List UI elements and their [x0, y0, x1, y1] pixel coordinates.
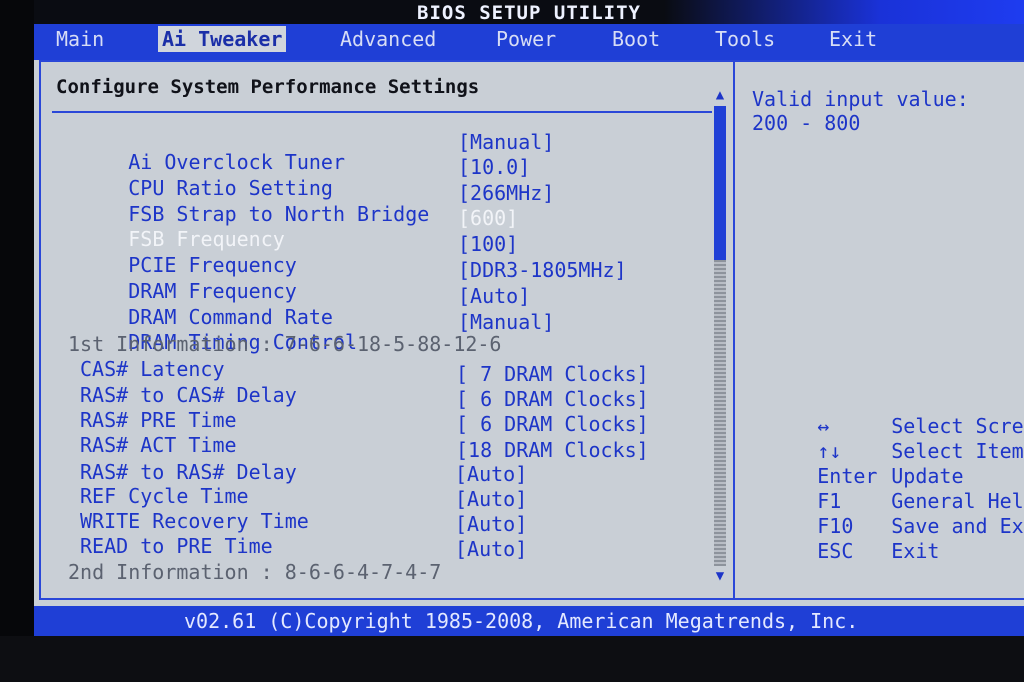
key-hint-exit: ESC Exit — [745, 514, 939, 589]
setting-value-pcie-frequency[interactable]: [100] — [458, 232, 518, 256]
first-information: 1st Information : 7-6-6-18-5-88-12-6 — [68, 332, 502, 356]
timing-value-ras-to-cas[interactable]: [ 6 DRAM Clocks] — [456, 387, 649, 411]
timing-label-ref-cycle[interactable]: REF Cycle Time — [80, 484, 249, 508]
setting-value-cpu-ratio[interactable]: [10.0] — [458, 155, 530, 179]
setting-value-dram-frequency[interactable]: [DDR3-1805MHz] — [458, 258, 627, 282]
timing-label-ras-pre[interactable]: RAS# PRE Time — [80, 408, 237, 432]
second-information: 2nd Information : 8-6-6-4-7-4-7 — [68, 560, 442, 584]
menu-item-advanced[interactable]: Advanced — [340, 26, 436, 52]
menu-item-ai-tweaker[interactable]: Ai Tweaker — [158, 26, 287, 52]
timing-value-ras-to-ras[interactable]: [Auto] — [455, 462, 527, 486]
menu-item-main[interactable]: Main — [56, 26, 104, 52]
menu-item-exit[interactable]: Exit — [829, 26, 877, 52]
setting-value-fsb-strap[interactable]: [266MHz] — [458, 181, 554, 205]
section-divider — [52, 111, 712, 113]
scroll-up-icon[interactable]: ▲ — [710, 88, 730, 102]
timing-value-cas-latency[interactable]: [ 7 DRAM Clocks] — [456, 362, 649, 386]
key-label: ESC — [817, 539, 854, 563]
menu-item-tools[interactable]: Tools — [715, 26, 775, 52]
timing-label-ras-to-ras[interactable]: RAS# to RAS# Delay — [80, 460, 297, 484]
menu-bar: Main Ai Tweaker Advanced Power Boot Tool… — [34, 24, 1024, 60]
window-title: BIOS SETUP UTILITY — [417, 2, 641, 24]
bios-window: BIOS SETUP UTILITY Main Ai Tweaker Advan… — [34, 0, 1024, 636]
timing-value-ras-act[interactable]: [18 DRAM Clocks] — [456, 438, 649, 462]
menu-item-power[interactable]: Power — [496, 26, 556, 52]
section-title: Configure System Performance Settings — [56, 76, 480, 98]
footer-bar: v02.61 (C)Copyright 1985-2008, American … — [34, 606, 1024, 636]
timing-value-write-recovery[interactable]: [Auto] — [455, 512, 527, 536]
copyright-text: v02.61 (C)Copyright 1985-2008, American … — [184, 609, 859, 633]
setting-value-ai-overclock-tuner[interactable]: [Manual] — [458, 130, 554, 154]
timing-value-ref-cycle[interactable]: [Auto] — [455, 487, 527, 511]
help-range: 200 - 800 — [752, 111, 861, 135]
key-description: Exit — [891, 539, 940, 563]
timing-label-ras-to-cas[interactable]: RAS# to CAS# Delay — [80, 383, 297, 407]
screen: BIOS SETUP UTILITY Main Ai Tweaker Advan… — [0, 0, 1024, 682]
monitor-bezel — [0, 636, 1024, 682]
timing-value-ras-pre[interactable]: [ 6 DRAM Clocks] — [456, 412, 649, 436]
timing-label-write-recovery[interactable]: WRITE Recovery Time — [80, 509, 309, 533]
timing-label-cas-latency[interactable]: CAS# Latency — [80, 357, 225, 381]
menu-item-boot[interactable]: Boot — [612, 26, 660, 52]
setting-value-dram-timing-control[interactable]: [Manual] — [458, 310, 554, 334]
scrollbar-thumb[interactable] — [714, 106, 726, 260]
title-bar: BIOS SETUP UTILITY — [34, 0, 1024, 24]
timing-label-ras-act[interactable]: RAS# ACT Time — [80, 433, 237, 457]
timing-label-read-to-pre[interactable]: READ to PRE Time — [80, 534, 273, 558]
setting-value-dram-command-rate[interactable]: [Auto] — [458, 284, 530, 308]
scroll-down-icon[interactable]: ▼ — [710, 569, 730, 583]
help-valid-input: Valid input value: — [752, 87, 969, 111]
timing-value-read-to-pre[interactable]: [Auto] — [455, 537, 527, 561]
setting-value-fsb-frequency[interactable]: [600] — [458, 206, 518, 230]
